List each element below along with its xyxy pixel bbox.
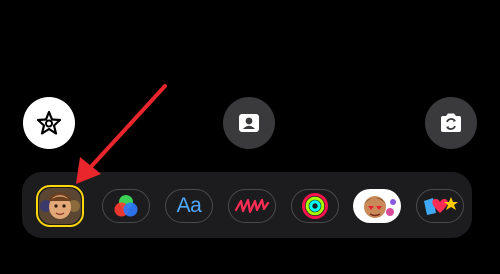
flip-camera-button[interactable] xyxy=(425,97,477,149)
memoji-sticker-icon xyxy=(364,196,396,218)
contact-button[interactable] xyxy=(223,97,275,149)
effects-button[interactable] xyxy=(23,97,75,149)
tray-item-memoji-stickers[interactable] xyxy=(38,187,82,225)
emoji-stickers-icon xyxy=(424,197,458,215)
tray-item-activity[interactable] xyxy=(291,189,339,223)
effects-tray: Aa xyxy=(22,172,472,238)
tray-item-emoji-stickers[interactable] xyxy=(416,189,464,223)
text-effect-label: Aa xyxy=(176,194,202,217)
tray-item-shapes[interactable] xyxy=(228,189,276,223)
camera-flip-icon xyxy=(441,113,461,132)
scribble-icon xyxy=(234,198,270,214)
memoji-avatar-icon xyxy=(39,188,81,224)
tray-item-memoji[interactable] xyxy=(353,189,401,223)
tray-item-filters[interactable] xyxy=(102,189,150,223)
color-filters-icon xyxy=(114,195,138,217)
contact-card-icon xyxy=(239,114,259,132)
activity-rings-icon xyxy=(302,193,328,219)
star-effects-icon xyxy=(36,110,62,135)
tray-item-text[interactable]: Aa xyxy=(165,189,213,223)
